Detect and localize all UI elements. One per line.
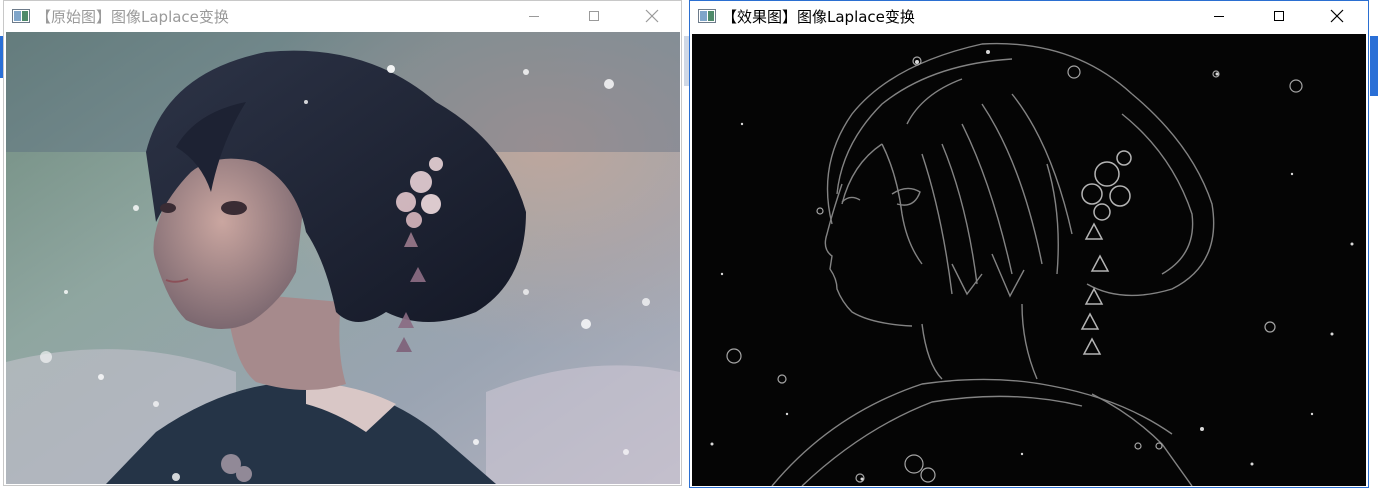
minimize-icon (529, 16, 539, 17)
maximize-icon (589, 11, 599, 21)
close-icon (645, 9, 659, 23)
window-title: 【原始图】图像Laplace变换 (36, 7, 229, 26)
close-button[interactable] (629, 1, 675, 31)
window-app-icon[interactable] (698, 9, 716, 23)
close-icon (1330, 9, 1344, 23)
window-title: 【效果图】图像Laplace变换 (722, 7, 915, 26)
minimize-button[interactable] (1196, 1, 1242, 31)
background-window-edge (1370, 36, 1378, 96)
minimize-icon (1214, 16, 1224, 17)
minimize-button[interactable] (511, 1, 557, 31)
laplace-result-window[interactable]: 【效果图】图像Laplace变换 (689, 0, 1369, 488)
laplace-result-image (692, 34, 1366, 486)
desktop: 【原始图】图像Laplace变换 【效果图】图像Laplace变换 (0, 0, 1378, 490)
close-button[interactable] (1314, 1, 1360, 31)
maximize-icon (1274, 11, 1284, 21)
maximize-button[interactable] (1256, 1, 1302, 31)
window-app-icon[interactable] (12, 9, 30, 23)
maximize-button[interactable] (571, 1, 617, 31)
original-image (6, 32, 680, 484)
original-image-window[interactable]: 【原始图】图像Laplace变换 (3, 0, 682, 486)
